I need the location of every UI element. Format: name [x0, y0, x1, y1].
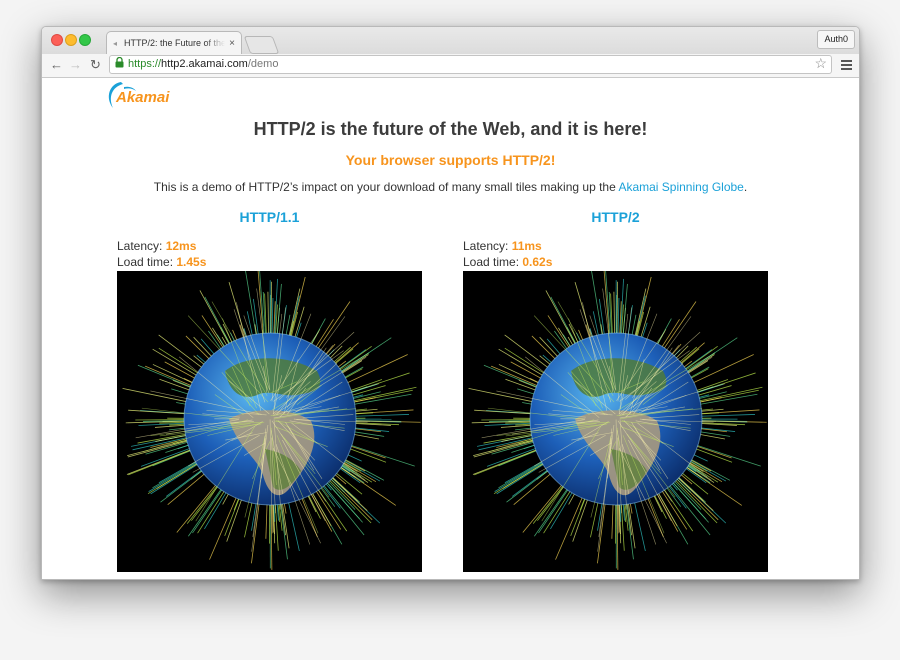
profile-button[interactable]: Auth0 — [817, 30, 855, 49]
http2-load-row: Load time: 0.62s — [463, 254, 768, 270]
page-description: This is a demo of HTTP/2’s impact on you… — [42, 180, 859, 194]
http2-globe-image — [463, 271, 768, 572]
forward-arrow-icon[interactable]: → — [69, 58, 82, 72]
new-tab-button[interactable] — [243, 36, 280, 54]
http1-stats: Latency: 12ms Load time: 1.45s — [117, 238, 422, 270]
page-favicon-icon: ◂ — [113, 38, 118, 48]
http2-latency-row: Latency: 11ms — [463, 238, 768, 254]
tab-close-icon[interactable]: × — [225, 38, 239, 49]
load-time-label: Load time: — [463, 255, 523, 269]
window-maximize-button[interactable] — [79, 34, 91, 46]
lock-icon — [115, 56, 124, 74]
http2-latency-value: 11ms — [511, 239, 542, 253]
tab-title: HTTP/2: the Future of the Web — [124, 38, 225, 48]
http1-latency-value: 12ms — [165, 239, 197, 253]
globe-illustration — [122, 271, 421, 570]
description-prefix: This is a demo of HTTP/2’s impact on you… — [153, 180, 619, 194]
reload-icon[interactable]: ↻ — [90, 58, 101, 72]
http1-panel: HTTP/1.1 Latency: 12ms Load time: 1.45s — [117, 209, 422, 572]
globe-illustration — [468, 271, 767, 570]
tab-bar: ◂ HTTP/2: the Future of the Web × Auth0 — [42, 27, 859, 54]
load-time-label: Load time: — [117, 255, 177, 269]
page-headline: HTTP/2 is the future of the Web, and it … — [253, 119, 648, 139]
http1-title: HTTP/1.1 — [239, 209, 300, 225]
latency-label: Latency: — [463, 239, 512, 253]
window-minimize-button[interactable] — [65, 34, 77, 46]
url-host: http2.akamai.com — [161, 58, 248, 70]
browser-toolbar: ← → ↻ https://http2.akamai.com/demo ☆ — [42, 54, 859, 78]
http2-load-value: 0.62s — [522, 255, 553, 269]
spinning-globe-link[interactable]: Akamai Spinning Globe — [618, 180, 743, 194]
support-message: Your browser supports HTTP/2! — [345, 152, 556, 168]
http2-title: HTTP/2 — [591, 209, 640, 225]
http1-globe-image — [117, 271, 422, 572]
description-suffix: . — [743, 180, 748, 194]
browser-window: ◂ HTTP/2: the Future of the Web × Auth0 … — [41, 26, 860, 580]
http2-panel: HTTP/2 Latency: 11ms Load time: 0.62s — [463, 209, 768, 572]
http1-latency-row: Latency: 12ms — [117, 238, 422, 254]
url-path: /demo — [247, 58, 279, 70]
address-bar[interactable]: https://http2.akamai.com/demo ☆ — [109, 55, 832, 74]
back-arrow-icon[interactable]: ← — [50, 58, 63, 72]
http1-load-row: Load time: 1.45s — [117, 254, 422, 270]
akamai-logo[interactable]: Akamai — [104, 78, 184, 114]
http2-stats: Latency: 11ms Load time: 0.62s — [463, 238, 768, 270]
url-scheme: https:// — [128, 58, 162, 70]
page-content: Akamai HTTP/2 is the future of the Web, … — [42, 78, 859, 579]
tab-active[interactable]: ◂ HTTP/2: the Future of the Web × — [106, 31, 242, 54]
window-close-button[interactable] — [51, 34, 63, 46]
latency-label: Latency: — [117, 239, 166, 253]
bookmark-star-icon[interactable]: ☆ — [814, 55, 827, 72]
http1-load-value: 1.45s — [176, 255, 207, 269]
hamburger-menu-icon[interactable] — [841, 60, 852, 72]
logo-text: Akamai — [115, 89, 170, 106]
